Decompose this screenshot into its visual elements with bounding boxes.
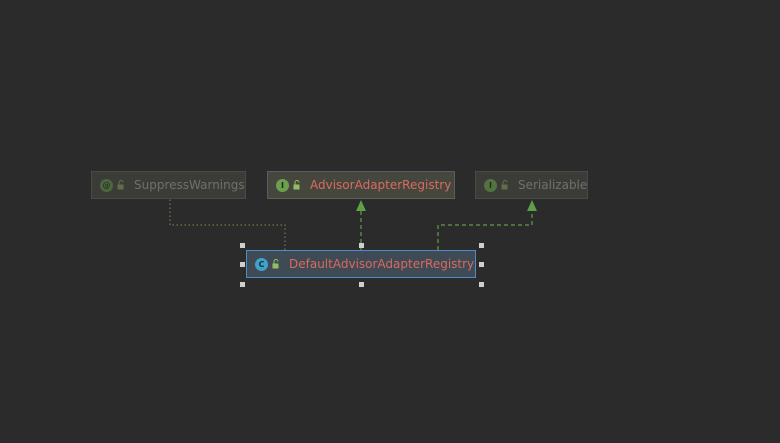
unlocked-icon — [272, 259, 279, 269]
node-label: SuppressWarnings — [134, 178, 245, 192]
resize-handle-middle-right[interactable] — [479, 262, 484, 267]
resize-handle-bottom-middle[interactable] — [359, 282, 364, 287]
class-icon: C — [255, 257, 268, 271]
resize-handle-bottom-left[interactable] — [240, 282, 245, 287]
node-serializable[interactable]: I Serializable — [475, 171, 588, 199]
edges-layer — [169, 199, 537, 250]
node-label: DefaultAdvisorAdapterRegistry — [289, 257, 475, 271]
resize-handle-top-middle[interactable] — [359, 243, 364, 248]
edge-annotated-by-suppresswarnings — [169, 199, 286, 250]
annotation-icon: @ — [100, 178, 113, 192]
node-label: AdvisorAdapterRegistry — [310, 178, 452, 192]
edge-implements-serializable — [437, 210, 533, 250]
node-suppresswarnings[interactable]: @ SuppressWarnings — [91, 171, 246, 199]
arrowhead-advisoradapterregistry — [356, 200, 366, 211]
unlocked-icon — [117, 180, 124, 190]
resize-handle-middle-left[interactable] — [240, 262, 245, 267]
resize-handle-bottom-right[interactable] — [479, 282, 484, 287]
interface-icon: I — [276, 178, 289, 192]
resize-handle-top-right[interactable] — [479, 243, 484, 248]
node-label: Serializable — [518, 178, 588, 192]
node-defaultadvisoradapterregistry[interactable]: C DefaultAdvisorAdapterRegistry — [246, 250, 476, 278]
unlocked-icon — [501, 180, 508, 190]
arrowhead-serializable — [527, 200, 537, 211]
interface-icon: I — [484, 178, 497, 192]
diagram-canvas: @ SuppressWarnings I AdvisorAdapterRegis… — [0, 0, 780, 443]
resize-handle-top-left[interactable] — [240, 243, 245, 248]
unlocked-icon — [293, 180, 300, 190]
node-advisoradapterregistry[interactable]: I AdvisorAdapterRegistry — [267, 171, 455, 199]
